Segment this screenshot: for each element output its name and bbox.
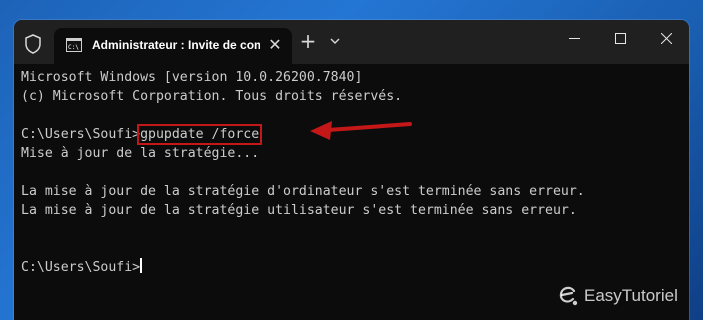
status-line: Mise à jour de la stratégie... bbox=[21, 146, 260, 161]
plus-icon[interactable]: + bbox=[297, 31, 319, 53]
tab-title: Administrateur : Invite de commandes bbox=[92, 38, 260, 52]
close-window-button[interactable] bbox=[643, 20, 689, 56]
terminal-output[interactable]: Microsoft Windows [version 10.0.26200.78… bbox=[14, 64, 689, 320]
red-arrow-annotation bbox=[310, 121, 412, 140]
title-bar: C:\ Administrateur : Invite de commandes… bbox=[14, 20, 689, 64]
computer-policy-result: La mise à jour de la stratégie d'ordinat… bbox=[21, 184, 585, 199]
shield-icon[interactable] bbox=[24, 34, 42, 54]
easytutoriel-logo-icon bbox=[559, 286, 578, 306]
minimize-button[interactable] bbox=[551, 20, 597, 56]
current-prompt-line[interactable]: C:\Users\Soufi> bbox=[21, 258, 689, 277]
prompt: C:\Users\Soufi> bbox=[21, 260, 141, 275]
close-icon[interactable]: ✕ bbox=[267, 37, 283, 53]
maximize-button[interactable] bbox=[597, 20, 643, 56]
terminal-window: C:\ Administrateur : Invite de commandes… bbox=[14, 20, 689, 320]
copyright-line: (c) Microsoft Corporation. Tous droits r… bbox=[21, 89, 403, 104]
user-policy-result: La mise à jour de la stratégie utilisate… bbox=[21, 203, 577, 218]
cmd-icon: C:\ bbox=[66, 38, 82, 52]
close-window-icon bbox=[661, 33, 672, 44]
command-highlight: gpupdate /force bbox=[137, 124, 263, 145]
text-cursor bbox=[140, 258, 143, 273]
maximize-icon bbox=[615, 33, 626, 44]
tab-command-prompt[interactable]: C:\ Administrateur : Invite de commandes… bbox=[54, 28, 292, 64]
chevron-down-icon[interactable] bbox=[326, 32, 344, 50]
svg-text:C:\: C:\ bbox=[68, 44, 79, 51]
minimize-icon bbox=[569, 38, 580, 39]
prompt: C:\Users\Soufi> bbox=[21, 127, 141, 142]
version-line: Microsoft Windows [version 10.0.26200.78… bbox=[21, 70, 363, 85]
watermark-text: EasyTutoriel bbox=[584, 286, 678, 305]
